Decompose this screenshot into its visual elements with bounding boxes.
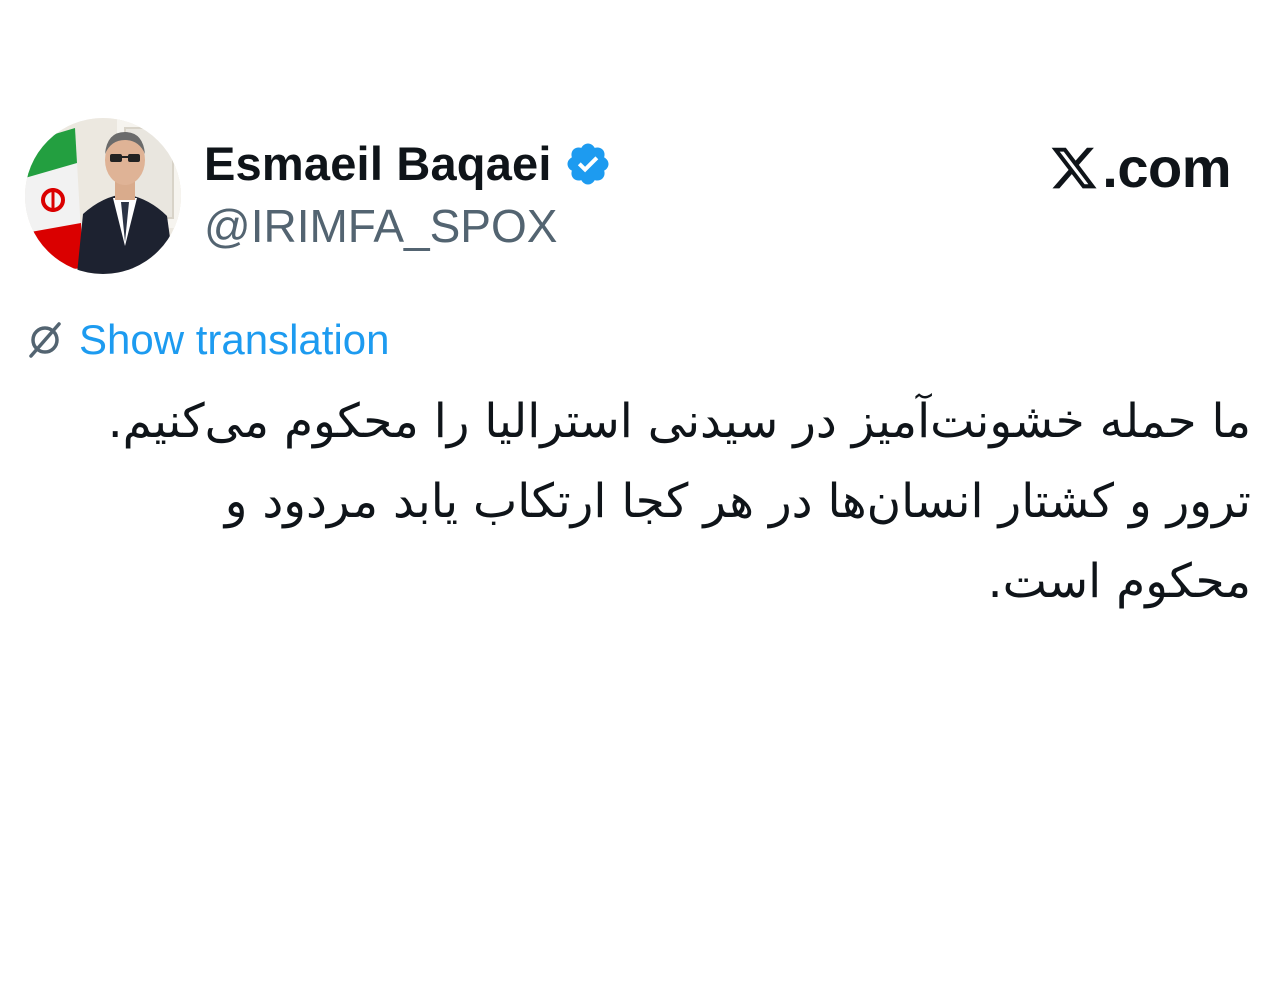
site-domain-text: .com [1102, 136, 1231, 199]
avatar-photo [25, 118, 181, 274]
author-display-name[interactable]: Esmaeil Baqaei [204, 136, 552, 192]
show-translation-row[interactable]: Show translation [25, 314, 390, 366]
x-logo-icon [1051, 147, 1097, 189]
author-avatar[interactable] [25, 118, 181, 274]
show-translation-link[interactable]: Show translation [79, 314, 390, 366]
author-display-name-row[interactable]: Esmaeil Baqaei [204, 136, 612, 192]
globe-icon [29, 322, 61, 358]
author-handle[interactable]: @IRIMFA_SPOX [204, 198, 557, 254]
tweet-text: ما حمله خشونت‌آمیز در سیدنی استرالیا را … [107, 394, 1251, 609]
verified-badge-icon [567, 143, 609, 185]
site-logo: .com [1048, 138, 1231, 198]
